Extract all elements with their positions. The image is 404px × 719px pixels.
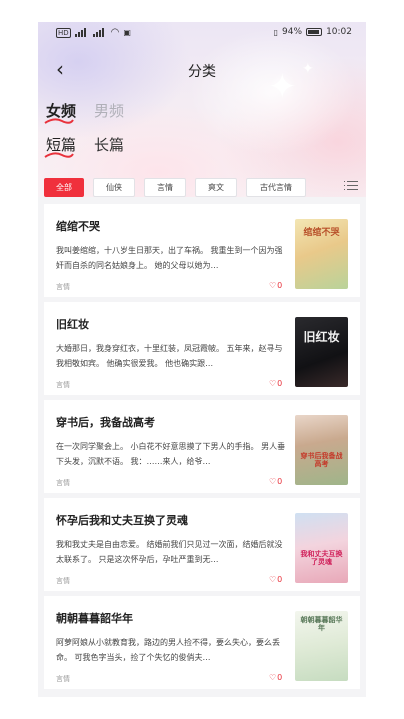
book-title: 绾绾不哭 xyxy=(56,220,100,233)
category-chip-shuangwen[interactable]: 爽文 xyxy=(195,177,237,197)
book-genre: 言情 xyxy=(56,381,70,389)
battery-icon xyxy=(306,28,323,36)
book-description: 阿萝阿娘从小就教育我，路边的男人捡不得，要么失心，要么丢命。 可我色字当头，捡了… xyxy=(56,638,280,662)
category-chip-romance[interactable]: 言情 xyxy=(144,177,186,197)
tab-short[interactable]: 短篇 xyxy=(44,134,77,158)
category-filter: 全部 仙侠 言情 爽文 古代言情 xyxy=(44,177,362,197)
tab-female-label: 女频 xyxy=(46,102,77,120)
gender-tabs: 女频 男频 xyxy=(44,100,124,124)
book-description: 在一次同学聚会上。 小白花不好意思摸了下男人的手指。 男人垂下头发，沉默不语。 … xyxy=(56,442,286,466)
heart-icon: ♡ xyxy=(269,673,277,682)
category-chip-all[interactable]: 全部 xyxy=(44,177,84,197)
signal-icon xyxy=(74,28,89,37)
notification-icon: ▣ xyxy=(123,28,131,37)
category-menu-icon[interactable] xyxy=(344,180,358,192)
heart-icon: ♡ xyxy=(269,281,277,290)
tab-long[interactable]: 长篇 xyxy=(94,134,124,155)
book-genre: 言情 xyxy=(56,577,70,585)
book-list: 绾绾不哭 我叫姜绾绾，十八岁生日那天，出了车祸。 我重生到一个因为强奸而自杀的同… xyxy=(44,204,360,694)
vibrate-icon: ▯ xyxy=(273,27,279,37)
wifi-icon: ◠ xyxy=(110,27,120,38)
like-count: 0 xyxy=(277,575,283,584)
book-cover-title: 旧红妆 xyxy=(303,330,340,344)
book-title: 怀孕后我和丈夫互换了灵魂 xyxy=(56,514,188,527)
like-count: 0 xyxy=(277,281,283,290)
book-card[interactable]: 朝朝暮暮韶华年 阿萝阿娘从小就教育我，路边的男人捡不得，要么失心，要么丢命。 可… xyxy=(44,596,360,689)
book-cover[interactable]: 旧红妆 xyxy=(295,317,348,387)
book-cover[interactable]: 我和丈夫互换了灵魂 xyxy=(295,513,348,583)
like-button[interactable]: ♡ 0 xyxy=(269,379,282,388)
status-bar: HD ◠ ▣ ▯ 94% 10:02 xyxy=(38,22,366,44)
category-chip-xianxia[interactable]: 仙侠 xyxy=(93,177,135,197)
book-description: 大婚那日，我身穿红衣，十里红装，凤冠霞帔。 五年来，赵寻与我相敬如宾。 他确实很… xyxy=(56,344,283,368)
nav-bar: ‹ 分类 xyxy=(38,55,366,87)
like-button[interactable]: ♡ 0 xyxy=(269,575,282,584)
like-count: 0 xyxy=(277,673,283,682)
tab-long-label: 长篇 xyxy=(94,136,125,154)
phone-screen: ✦ ✦ HD ◠ ▣ ▯ 94% 10:02 ‹ 分类 女频 男频 短篇 长篇 … xyxy=(38,22,366,697)
book-cover[interactable]: 朝朝暮暮韶华年 xyxy=(295,611,348,681)
like-button[interactable]: ♡ 0 xyxy=(269,673,282,682)
book-description: 我和我丈夫是自由恋爱。 结婚前我们只见过一次面，结婚后就没太联系了。 只是这次怀… xyxy=(56,540,283,564)
network-type-label: HD xyxy=(56,27,71,38)
heart-icon: ♡ xyxy=(269,575,277,584)
signal-2-icon xyxy=(92,28,107,37)
like-count: 0 xyxy=(277,477,283,486)
book-cover[interactable]: 绾绾不哭 xyxy=(295,219,348,289)
book-card[interactable]: 旧红妆 大婚那日，我身穿红衣，十里红装，凤冠霞帔。 五年来，赵寻与我相敬如宾。 … xyxy=(44,302,360,395)
book-title: 朝朝暮暮韶华年 xyxy=(56,612,133,625)
clock: 10:02 xyxy=(326,27,352,37)
book-genre: 言情 xyxy=(56,479,70,487)
tab-male[interactable]: 男频 xyxy=(94,100,124,121)
book-genre: 言情 xyxy=(56,283,70,291)
book-cover-title: 绾绾不哭 xyxy=(303,228,340,238)
book-card[interactable]: 穿书后，我备战高考 在一次同学聚会上。 小白花不好意思摸了下男人的手指。 男人垂… xyxy=(44,400,360,493)
book-cover-title: 穿书后我备战高考 xyxy=(300,452,343,468)
book-title: 穿书后，我备战高考 xyxy=(56,416,155,429)
like-button[interactable]: ♡ 0 xyxy=(269,477,282,486)
book-cover-title: 我和丈夫互换了灵魂 xyxy=(300,550,343,566)
heart-icon: ♡ xyxy=(269,477,277,486)
book-title: 旧红妆 xyxy=(56,318,89,331)
book-cover[interactable]: 穿书后我备战高考 xyxy=(295,415,348,485)
book-card[interactable]: 绾绾不哭 我叫姜绾绾，十八岁生日那天，出了车祸。 我重生到一个因为强奸而自杀的同… xyxy=(44,204,360,297)
tab-female[interactable]: 女频 xyxy=(44,100,77,124)
like-button[interactable]: ♡ 0 xyxy=(269,281,282,290)
book-genre: 言情 xyxy=(56,675,70,683)
book-description: 我叫姜绾绾，十八岁生日那天，出了车祸。 我重生到一个因为强奸而自杀的同名姑娘身上… xyxy=(56,246,283,270)
book-cover-title: 朝朝暮暮韶华年 xyxy=(300,616,343,632)
tab-male-label: 男频 xyxy=(94,102,125,120)
like-count: 0 xyxy=(277,379,283,388)
book-card[interactable]: 怀孕后我和丈夫互换了灵魂 我和我丈夫是自由恋爱。 结婚前我们只见过一次面，结婚后… xyxy=(44,498,360,591)
heart-icon: ♡ xyxy=(269,379,277,388)
page-title: 分类 xyxy=(188,64,216,80)
battery-percent: 94% xyxy=(282,27,303,37)
length-tabs: 短篇 长篇 xyxy=(44,134,124,158)
tab-short-label: 短篇 xyxy=(46,136,77,154)
category-chip-ancient-romance[interactable]: 古代言情 xyxy=(246,177,306,197)
